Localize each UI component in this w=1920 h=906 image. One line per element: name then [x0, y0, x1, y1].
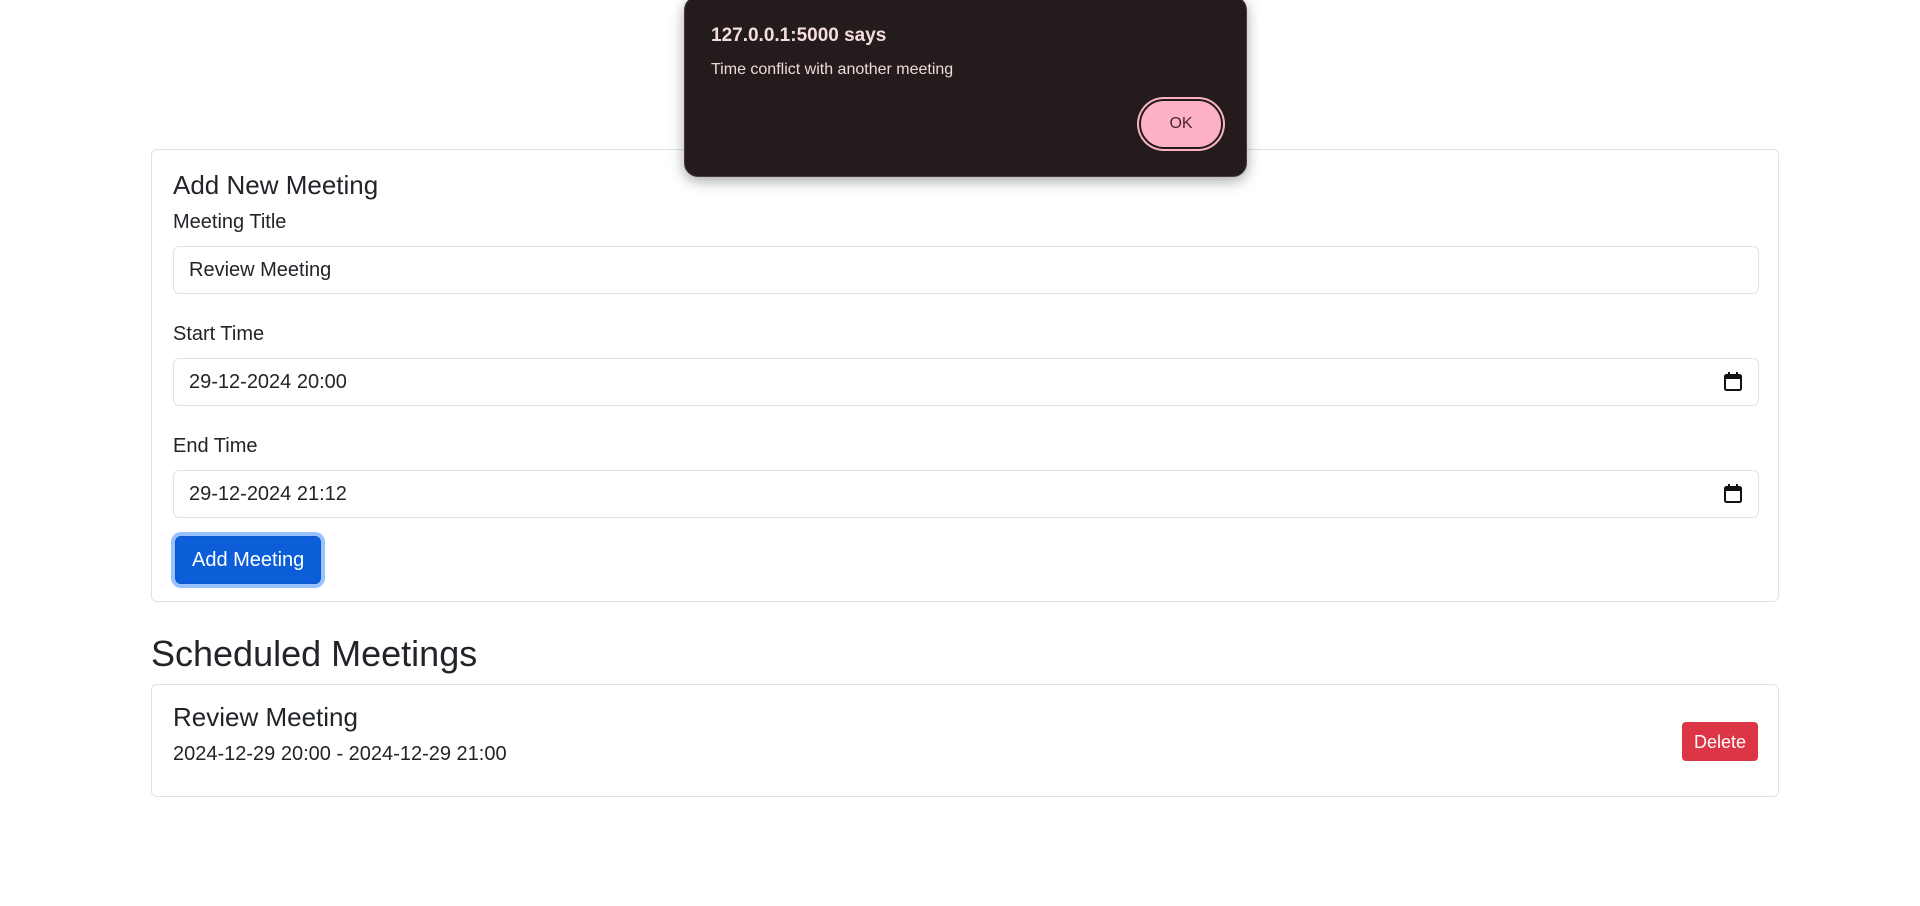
calendar-icon[interactable]: [1724, 484, 1742, 503]
meeting-title-value: Review Meeting: [189, 259, 332, 281]
calendar-icon[interactable]: [1724, 372, 1742, 391]
end-time-input[interactable]: 29-12-2024 21:12: [173, 470, 1759, 518]
alert-dialog: 127.0.0.1:5000 says Time conflict with a…: [684, 0, 1247, 177]
meeting-title-label: Meeting Title: [173, 211, 287, 233]
start-time-value: 29-12-2024 20:00: [189, 371, 347, 393]
meeting-card: Review Meeting 2024-12-29 20:00 - 2024-1…: [151, 684, 1779, 797]
scheduled-meetings-heading: Scheduled Meetings: [151, 633, 478, 674]
dialog-message: Time conflict with another meeting: [711, 61, 954, 78]
delete-meeting-button[interactable]: Delete: [1681, 722, 1758, 761]
meeting-title-input[interactable]: Review Meeting: [173, 246, 1759, 294]
add-meeting-card: Add New Meeting Meeting Title Review Mee…: [151, 149, 1779, 602]
end-time-value: 29-12-2024 21:12: [189, 483, 347, 505]
start-time-input[interactable]: 29-12-2024 20:00: [173, 358, 1759, 406]
dialog-origin: 127.0.0.1:5000 says: [711, 25, 887, 46]
start-time-label: Start Time: [173, 323, 265, 345]
meeting-time-range: 2024-12-29 20:00 - 2024-12-29 21:00: [173, 743, 507, 765]
end-time-label: End Time: [173, 435, 258, 457]
page: Add New Meeting Meeting Title Review Mee…: [0, 0, 1920, 906]
dialog-ok-button[interactable]: OK: [1139, 99, 1223, 149]
add-meeting-button[interactable]: Add Meeting: [175, 536, 322, 584]
meeting-title: Review Meeting: [173, 702, 358, 732]
